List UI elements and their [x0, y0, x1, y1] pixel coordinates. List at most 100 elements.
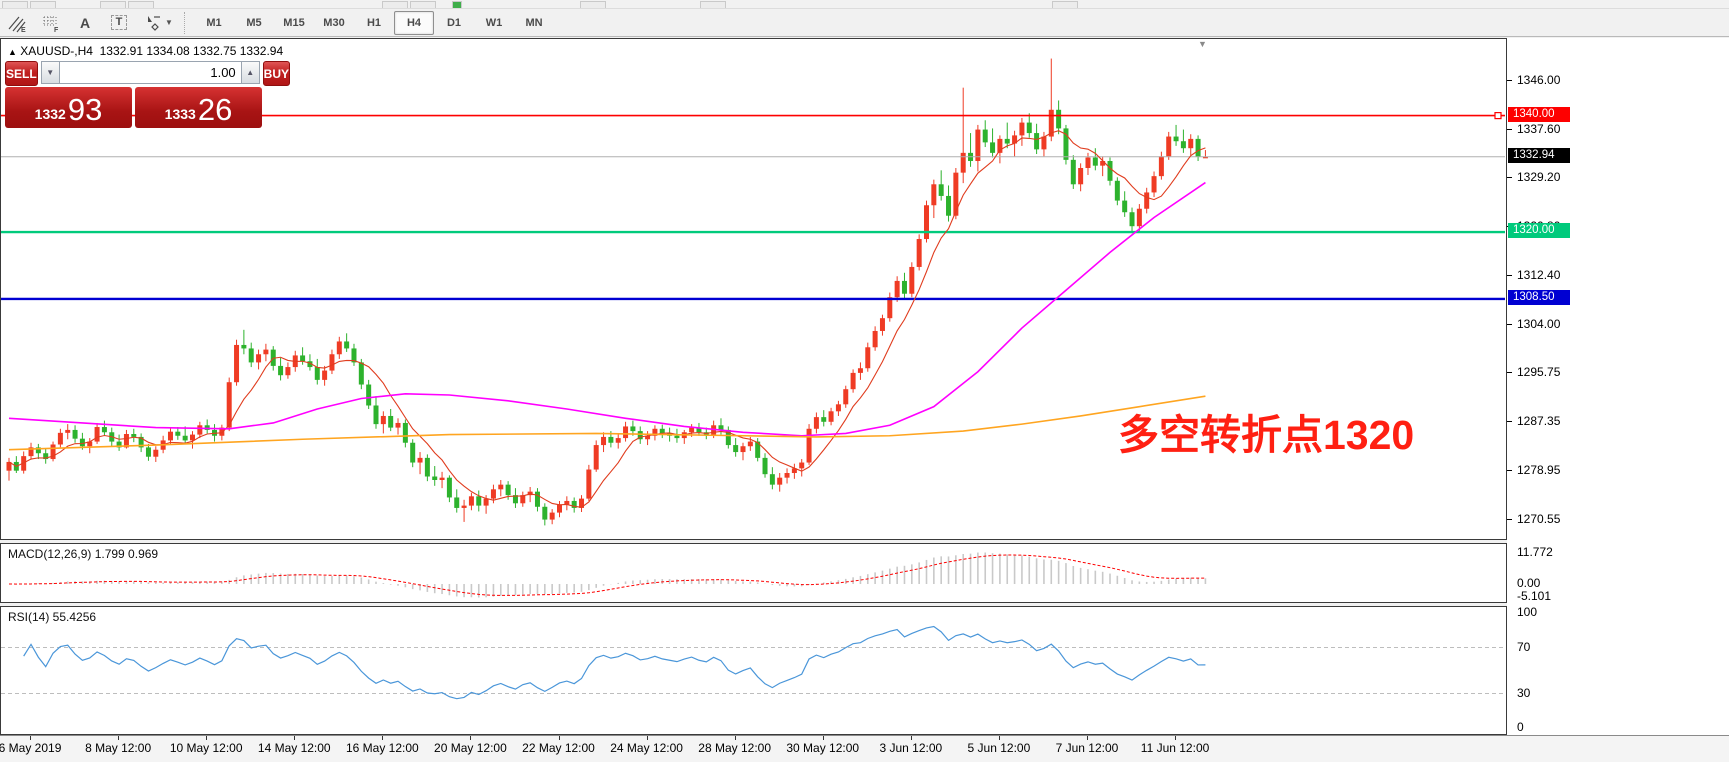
time-tick-mark [470, 736, 471, 740]
collapse-indicator-icon: ▲ [8, 47, 17, 57]
clipped-icon [382, 1, 408, 8]
clipped-icon [2, 1, 28, 8]
time-tick-mark [735, 736, 736, 740]
price-chart-pane[interactable]: ▼ ▲ XAUUSD-,H4 1332.91 1334.08 1332.75 1… [0, 38, 1507, 540]
tab-timeframe-M30[interactable]: M30 [314, 11, 354, 35]
fibonacci-grid-icon: F [41, 13, 61, 33]
buy-button[interactable]: BUY [263, 61, 290, 86]
text-label-button[interactable]: A [69, 10, 101, 36]
svg-text:F: F [54, 27, 59, 33]
price-level-badge: 1340.00 [1508, 107, 1570, 122]
text-label-icon: A [80, 15, 90, 31]
symbol-ohlc-readout: ▲ XAUUSD-,H4 1332.91 1334.08 1332.75 133… [8, 44, 283, 58]
text-box-icon: T [111, 15, 128, 30]
price-tick-label: 1270.55 [1517, 512, 1560, 526]
time-tick-mark [559, 736, 560, 740]
text-box-button[interactable]: T [103, 10, 135, 36]
tab-timeframe-D1[interactable]: D1 [434, 11, 474, 35]
rsi-tick-label: 0 [1517, 720, 1524, 734]
arrow-objects-icon [143, 13, 163, 33]
price-tick-label: 1346.00 [1517, 73, 1560, 87]
rsi-tick-label: 30 [1517, 686, 1530, 700]
clipped-icon [128, 1, 154, 8]
price-tick-mark [1507, 177, 1512, 178]
time-tick-mark [911, 736, 912, 740]
price-level-badge: 1332.94 [1508, 148, 1570, 163]
tab-timeframe-MN[interactable]: MN [514, 11, 554, 35]
time-tick-label: 7 Jun 12:00 [1056, 741, 1119, 755]
price-tick-label: 1287.35 [1517, 414, 1560, 428]
price-tick-label: 1337.60 [1517, 122, 1560, 136]
time-tick-mark [823, 736, 824, 740]
toolbar-row-clipped [0, 0, 1729, 9]
symbol-name: XAUUSD-,H4 [20, 44, 93, 58]
time-tick-label: 16 May 12:00 [346, 741, 419, 755]
tab-timeframe-M1[interactable]: M1 [194, 11, 234, 35]
drawing-toolbar: E F A T [0, 9, 1729, 36]
chart-text-annotation[interactable]: 多空转折点1320 [1118, 401, 1414, 461]
sell-price-display[interactable]: 1332 93 [5, 87, 132, 128]
time-axis[interactable]: 6 May 20198 May 12:0010 May 12:0014 May … [0, 735, 1729, 762]
clipped-icon [30, 1, 56, 8]
arrow-objects-button[interactable]: ▼ [137, 10, 179, 36]
buy-price-pips: 26 [198, 94, 232, 125]
chart-shift-marker-icon: ▼ [1198, 39, 1207, 49]
time-tick-label: 3 Jun 12:00 [879, 741, 942, 755]
time-tick-label: 14 May 12:00 [258, 741, 331, 755]
time-tick-mark [647, 736, 648, 740]
time-tick-label: 20 May 12:00 [434, 741, 507, 755]
sell-button[interactable]: SELL [5, 61, 38, 86]
time-tick-label: 6 May 2019 [0, 741, 61, 755]
price-tick-mark [1507, 372, 1512, 373]
price-tick-label: 1304.00 [1517, 317, 1560, 331]
rsi-label: RSI(14) 55.4256 [8, 610, 96, 624]
rsi-chart[interactable] [1, 607, 1506, 734]
volume-decrease-button[interactable]: ▼ [41, 61, 60, 84]
clipped-icon [410, 1, 436, 8]
tab-timeframe-H4[interactable]: H4 [394, 11, 434, 35]
macd-tick-label: 11.772 [1517, 545, 1553, 559]
clipped-icon [452, 1, 462, 8]
equidistant-channel-button[interactable]: E [1, 10, 33, 36]
price-tick-label: 1329.20 [1517, 170, 1560, 184]
macd-chart[interactable] [1, 544, 1506, 602]
time-tick-label: 28 May 12:00 [698, 741, 771, 755]
price-tick-label: 1278.95 [1517, 463, 1560, 477]
rsi-tick-label: 100 [1517, 605, 1537, 619]
toolbar: E F A T [0, 0, 1729, 37]
clipped-icon [580, 1, 606, 8]
tab-timeframe-M5[interactable]: M5 [234, 11, 274, 35]
time-tick-mark [999, 736, 1000, 740]
equidistant-channel-icon: E [7, 13, 27, 33]
tab-timeframe-W1[interactable]: W1 [474, 11, 514, 35]
macd-label: MACD(12,26,9) 1.799 0.969 [8, 547, 158, 561]
sell-price-main: 1332 [35, 106, 66, 122]
toolbar-separator [184, 12, 190, 34]
time-tick-label: 30 May 12:00 [786, 741, 859, 755]
chevron-down-icon: ▼ [165, 18, 173, 27]
svg-text:E: E [21, 27, 26, 33]
rsi-tick-label: 70 [1517, 640, 1530, 654]
price-tick-mark [1507, 470, 1512, 471]
time-tick-label: 22 May 12:00 [522, 741, 595, 755]
price-tick-mark [1507, 129, 1512, 130]
time-tick-mark [30, 736, 31, 740]
fibonacci-grid-button[interactable]: F [35, 10, 67, 36]
volume-increase-button[interactable]: ▲ [241, 61, 260, 84]
rsi-pane[interactable]: RSI(14) 55.4256 [0, 606, 1507, 735]
macd-pane[interactable]: MACD(12,26,9) 1.799 0.969 [0, 543, 1507, 603]
time-tick-mark [206, 736, 207, 740]
clipped-icon [1052, 1, 1078, 8]
time-tick-label: 24 May 12:00 [610, 741, 683, 755]
tab-timeframe-M15[interactable]: M15 [274, 11, 314, 35]
price-axis[interactable]: 1346.001337.601329.201320.801312.401304.… [1507, 38, 1729, 735]
sell-price-pips: 93 [68, 94, 102, 125]
price-tick-label: 1295.75 [1517, 365, 1560, 379]
buy-price-display[interactable]: 1333 26 [135, 87, 262, 128]
price-tick-mark [1507, 80, 1512, 81]
tab-timeframe-H1[interactable]: H1 [354, 11, 394, 35]
volume-input[interactable] [60, 61, 241, 84]
clipped-icon [100, 1, 126, 8]
time-tick-label: 11 Jun 12:00 [1141, 741, 1210, 755]
macd-tick-label: -5.101 [1517, 589, 1551, 603]
